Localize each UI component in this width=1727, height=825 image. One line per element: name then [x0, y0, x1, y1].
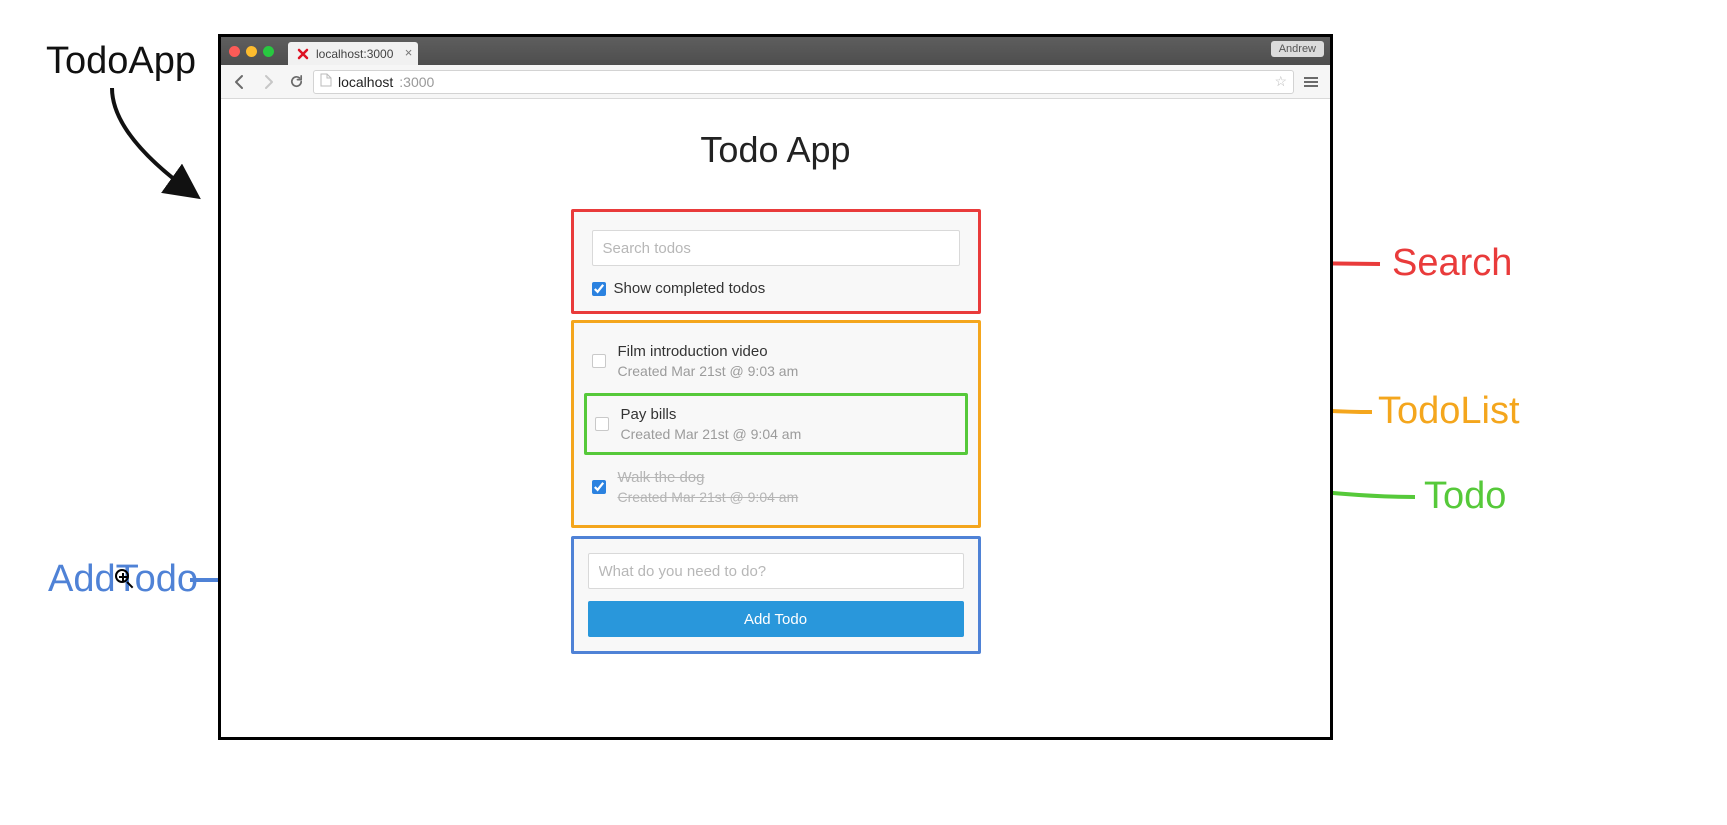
todo-meta: Created Mar 21st @ 9:03 am: [618, 363, 799, 379]
browser-menu-button[interactable]: [1300, 71, 1322, 93]
show-completed-label: Show completed todos: [614, 280, 766, 297]
annotation-todoapp: TodoApp: [46, 40, 196, 83]
todo-list-panel: Film introduction video Created Mar 21st…: [571, 320, 981, 528]
back-button[interactable]: [229, 71, 251, 93]
tab-title: localhost:3000: [316, 47, 393, 61]
todo-meta: Created Mar 21st @ 9:04 am: [621, 426, 802, 442]
window-controls: [229, 37, 288, 65]
favicon-icon: [296, 47, 310, 61]
forward-button[interactable]: [257, 71, 279, 93]
search-input[interactable]: [592, 230, 960, 266]
minimize-window-icon[interactable]: [246, 46, 257, 57]
bookmark-icon[interactable]: ☆: [1274, 73, 1287, 90]
browser-window: localhost:3000 × Andrew localhost:3000 ☆…: [218, 34, 1333, 740]
add-todo-panel: Add Todo: [571, 536, 981, 654]
page-icon: [320, 73, 332, 90]
browser-toolbar: localhost :3000 ☆: [221, 65, 1330, 99]
close-tab-icon[interactable]: ×: [405, 46, 413, 59]
todo-checkbox[interactable]: [592, 480, 606, 494]
add-todo-button[interactable]: Add Todo: [588, 601, 964, 637]
todo-title: Film introduction video: [618, 343, 799, 360]
maximize-window-icon[interactable]: [263, 46, 274, 57]
show-completed-checkbox[interactable]: [592, 282, 606, 296]
browser-tab[interactable]: localhost:3000 ×: [288, 42, 418, 65]
browser-tab-strip: localhost:3000 × Andrew: [221, 37, 1330, 65]
todo-title: Walk the dog: [618, 469, 799, 486]
page-viewport: Todo App Show completed todos Film intro…: [221, 99, 1330, 737]
todo-item[interactable]: Walk the dog Created Mar 21st @ 9:04 am: [584, 459, 968, 515]
url-port: :3000: [399, 74, 434, 90]
todo-title: Pay bills: [621, 406, 802, 423]
todo-item[interactable]: Film introduction video Created Mar 21st…: [584, 333, 968, 389]
address-bar[interactable]: localhost :3000 ☆: [313, 70, 1294, 94]
annotation-todo: Todo: [1424, 475, 1506, 518]
close-window-icon[interactable]: [229, 46, 240, 57]
todo-meta: Created Mar 21st @ 9:04 am: [618, 489, 799, 505]
annotation-todolist: TodoList: [1378, 390, 1520, 433]
todo-item[interactable]: Pay bills Created Mar 21st @ 9:04 am: [584, 393, 968, 455]
todo-checkbox[interactable]: [595, 417, 609, 431]
zoom-cursor-icon: [115, 569, 135, 589]
browser-user-badge[interactable]: Andrew: [1271, 41, 1324, 57]
search-panel: Show completed todos: [571, 209, 981, 314]
page-title: Todo App: [221, 129, 1330, 171]
annotation-search: Search: [1392, 242, 1512, 285]
show-completed-row[interactable]: Show completed todos: [592, 280, 960, 297]
todo-checkbox[interactable]: [592, 354, 606, 368]
url-host: localhost: [338, 74, 393, 90]
add-todo-input[interactable]: [588, 553, 964, 589]
reload-button[interactable]: [285, 71, 307, 93]
